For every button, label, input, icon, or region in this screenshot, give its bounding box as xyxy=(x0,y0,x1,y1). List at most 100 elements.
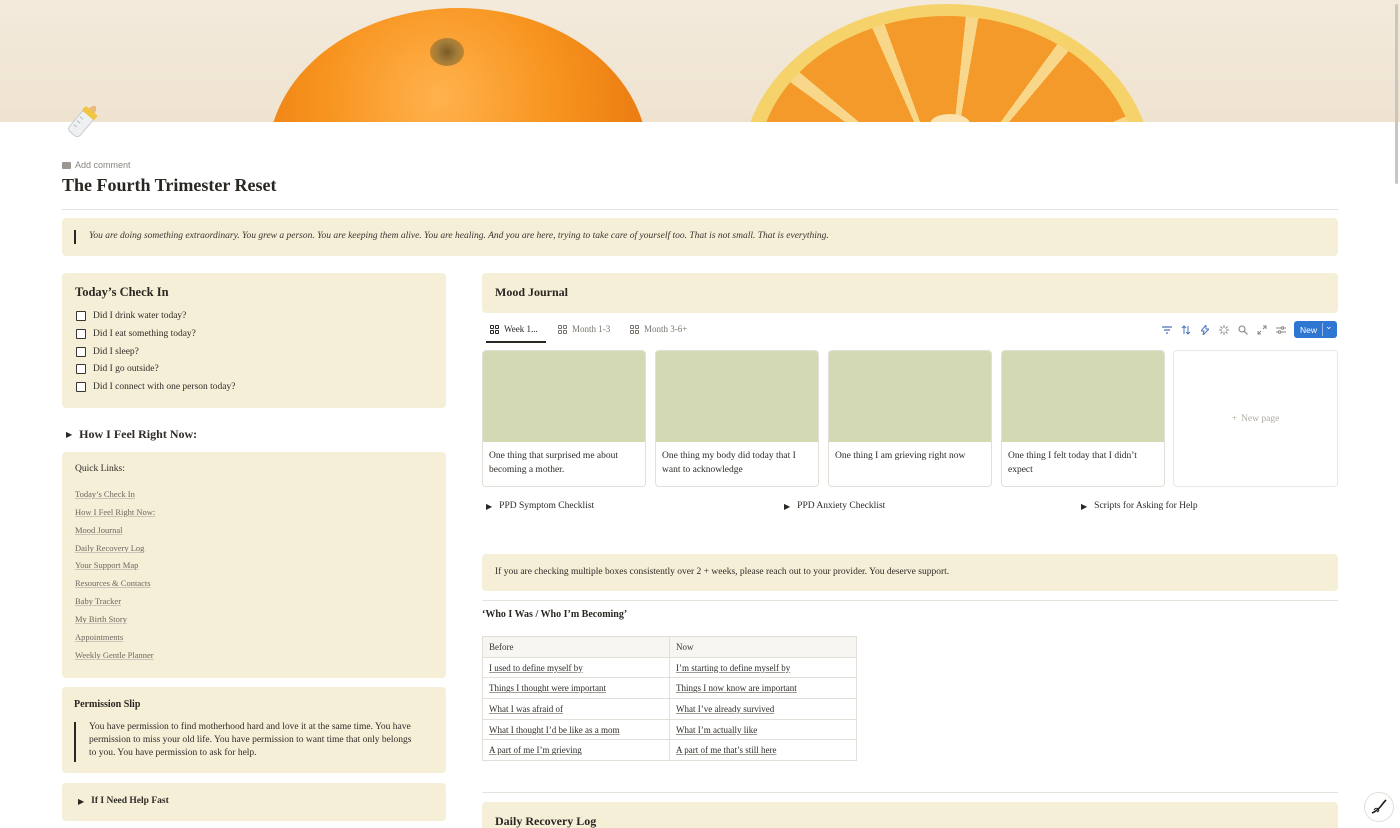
quick-link[interactable]: Resources & Contacts xyxy=(75,578,151,588)
table-cell[interactable]: What I’m actually like xyxy=(669,718,857,741)
tab-label: Month 1-3 xyxy=(572,324,611,334)
search-icon[interactable] xyxy=(1237,324,1248,335)
table-cell[interactable]: What I’ve already survived xyxy=(669,698,857,720)
checkin-item-label: Did I go outside? xyxy=(93,364,159,374)
scripts-toggle[interactable]: ▶ Scripts for Asking for Help xyxy=(1081,501,1198,511)
feel-toggle-label: How I Feel Right Now: xyxy=(79,427,198,441)
table-row: What I was afraid of What I’ve already s… xyxy=(482,698,857,720)
orange-half-flesh xyxy=(758,16,1136,122)
table-cell[interactable]: What I was afraid of xyxy=(482,698,670,720)
feel-toggle[interactable]: ▶ How I Feel Right Now: xyxy=(66,427,197,442)
checkin-panel: Today’s Check In Did I drink water today… xyxy=(62,273,446,408)
settings-sliders-icon[interactable] xyxy=(1275,324,1286,335)
quick-link[interactable]: My Birth Story xyxy=(75,614,127,624)
info-text: If you are checking multiple boxes consi… xyxy=(495,567,950,577)
divider xyxy=(482,792,1338,793)
toggle-label: PPD Symptom Checklist xyxy=(499,501,595,511)
checkin-item-label: Did I connect with one person today? xyxy=(93,382,236,392)
help-fast-toggle[interactable]: ▶ If I Need Help Fast xyxy=(78,796,169,806)
table-cell[interactable]: I’m starting to define myself by xyxy=(669,656,857,679)
checkin-item-label: Did I sleep? xyxy=(93,347,139,357)
journal-card[interactable]: One thing my body did today that I want … xyxy=(655,350,819,487)
new-page-label: New page xyxy=(1241,413,1280,424)
toggle-triangle-icon[interactable]: ▶ xyxy=(66,430,72,439)
quick-link[interactable]: Mood Journal xyxy=(75,525,122,535)
checkin-item[interactable]: Did I go outside? xyxy=(76,364,159,374)
mood-journal-title: Mood Journal xyxy=(495,285,569,299)
mood-journal-header: Mood Journal xyxy=(482,273,1338,313)
quick-link[interactable]: Today’s Check In xyxy=(75,489,135,499)
new-button-label: New xyxy=(1300,324,1318,335)
add-comment-label: Add comment xyxy=(75,160,131,170)
gallery-icon xyxy=(630,324,639,334)
checkin-title: Today’s Check In xyxy=(75,285,169,299)
table-cell[interactable]: Things I now know are important xyxy=(669,677,857,700)
quick-link[interactable]: Daily Recovery Log xyxy=(75,543,144,553)
toggle-triangle-icon[interactable]: ▶ xyxy=(1081,502,1087,511)
toggle-triangle-icon[interactable]: ▶ xyxy=(486,502,492,511)
toggle-triangle-icon[interactable]: ▶ xyxy=(784,502,790,511)
quick-link[interactable]: How I Feel Right Now: xyxy=(75,507,155,517)
active-tab-indicator xyxy=(486,341,546,343)
ppd-anxiety-toggle[interactable]: ▶ PPD Anxiety Checklist xyxy=(784,501,885,511)
ai-sparkle-icon[interactable] xyxy=(1218,324,1229,335)
checkbox[interactable] xyxy=(76,347,86,357)
who-heading: ‘Who I Was / Who I’m Becoming’ xyxy=(482,609,628,620)
scrollbar-thumb[interactable] xyxy=(1395,4,1398,184)
card-cover xyxy=(483,351,645,442)
checkbox[interactable] xyxy=(76,382,86,392)
ppd-symptom-toggle[interactable]: ▶ PPD Symptom Checklist xyxy=(486,501,594,511)
card-cover xyxy=(656,351,818,442)
filter-icon[interactable] xyxy=(1161,324,1172,335)
checkin-item[interactable]: Did I connect with one person today? xyxy=(76,382,235,392)
checkin-item[interactable]: Did I eat something today? xyxy=(76,329,196,339)
baby-bottle-icon[interactable] xyxy=(60,96,108,144)
sort-icon[interactable] xyxy=(1180,324,1191,335)
journal-card[interactable]: One thing I felt today that I didn’t exp… xyxy=(1001,350,1165,487)
toggle-triangle-icon[interactable]: ▶ xyxy=(78,797,84,806)
who-table: Before Now I used to define myself by I’… xyxy=(482,636,857,762)
table-header-row: Before Now xyxy=(482,636,857,658)
quick-link[interactable]: Appointments xyxy=(75,632,123,642)
plus-icon: + xyxy=(1231,413,1238,424)
checkbox[interactable] xyxy=(76,329,86,339)
new-button[interactable]: New ⌄ xyxy=(1294,321,1337,338)
tab-week[interactable]: Week 1... xyxy=(490,324,538,334)
quote-callout: You are doing something extraordinary. Y… xyxy=(62,218,1338,256)
table-cell[interactable]: What I thought I’d be like as a mom xyxy=(482,718,670,741)
chevron-down-icon[interactable]: ⌄ xyxy=(1325,322,1333,332)
page-title[interactable]: The Fourth Trimester Reset xyxy=(62,175,276,196)
checkbox[interactable] xyxy=(76,311,86,321)
tab-month-3-6[interactable]: Month 3-6+ xyxy=(630,324,687,334)
checkbox[interactable] xyxy=(76,364,86,374)
checkin-item-label: Did I drink water today? xyxy=(93,311,187,321)
journal-card[interactable]: One thing that surprised me about becomi… xyxy=(482,350,646,487)
checkin-item[interactable]: Did I drink water today? xyxy=(76,311,186,321)
help-fast-label: If I Need Help Fast xyxy=(91,796,169,806)
new-page-card[interactable]: + New page xyxy=(1173,350,1338,487)
card-title: One thing that surprised me about becomi… xyxy=(489,451,619,475)
expand-icon[interactable] xyxy=(1256,324,1267,335)
quick-links-title: Quick Links: xyxy=(75,464,125,474)
journal-card[interactable]: One thing I am grieving right now xyxy=(828,350,992,487)
recovery-log-title: Daily Recovery Log xyxy=(495,814,597,828)
card-title: One thing I am grieving right now xyxy=(835,451,966,461)
table-cell[interactable]: Things I thought were important xyxy=(482,677,670,700)
checkin-item[interactable]: Did I sleep? xyxy=(76,347,139,357)
permission-title: Permission Slip xyxy=(74,699,141,710)
table-cell[interactable]: A part of me I’m grieving xyxy=(482,739,670,762)
quick-link[interactable]: Weekly Gentle Planner xyxy=(75,650,154,660)
checkin-item-label: Did I eat something today? xyxy=(93,329,196,339)
tab-month-1-3[interactable]: Month 1-3 xyxy=(558,324,610,334)
help-button[interactable] xyxy=(1364,792,1394,822)
table-cell[interactable]: A part of me that’s still here xyxy=(669,739,857,762)
card-title: One thing I felt today that I didn’t exp… xyxy=(1008,451,1137,475)
quick-link[interactable]: Baby Tracker xyxy=(75,596,121,606)
automation-icon[interactable] xyxy=(1199,324,1210,335)
add-comment-button[interactable]: Add comment xyxy=(62,160,131,170)
table-cell[interactable]: I used to define myself by xyxy=(482,656,670,679)
tab-label: Week 1... xyxy=(504,324,538,334)
quote-bar xyxy=(74,230,76,244)
quick-link[interactable]: Your Support Map xyxy=(75,560,138,570)
card-title: One thing my body did today that I want … xyxy=(662,451,796,475)
